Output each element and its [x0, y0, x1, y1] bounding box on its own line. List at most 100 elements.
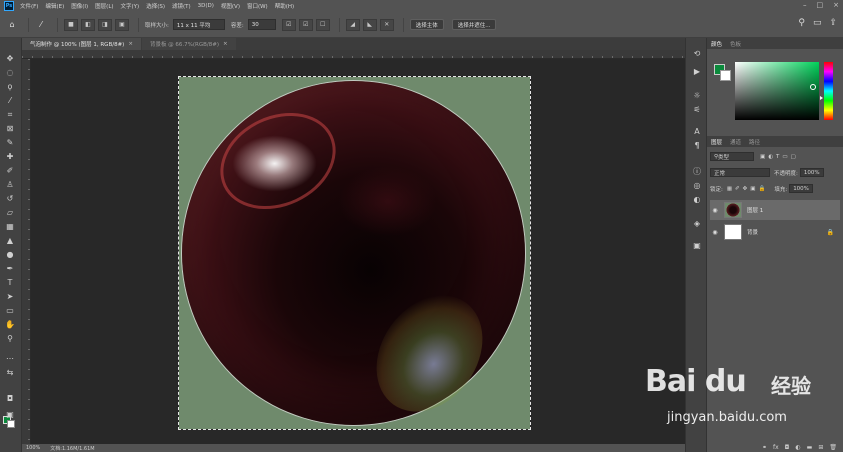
menu-view[interactable]: 视图(V) [221, 2, 240, 10]
frame-tool-icon[interactable]: ⊠ [4, 124, 16, 134]
actions-panel-icon[interactable]: ▶ [691, 66, 703, 76]
home-icon[interactable]: ⌂ [6, 19, 18, 31]
tab-layers[interactable]: 图层 [711, 138, 722, 146]
add-mask-icon[interactable]: ◘ [785, 444, 790, 451]
maximize-button[interactable]: □ [817, 1, 824, 9]
close-tab-icon[interactable]: × [223, 41, 228, 47]
contiguous-checkbox[interactable]: ☑ [298, 18, 313, 31]
background-color-swatch[interactable] [7, 420, 15, 428]
history-brush-icon[interactable]: ↺ [4, 194, 16, 204]
tolerance-input[interactable]: 30 [247, 19, 276, 30]
minimize-button[interactable]: – [803, 1, 807, 9]
info-panel-icon[interactable]: ⓘ [691, 166, 703, 176]
marquee-tool-icon[interactable]: ◌ [4, 68, 16, 78]
pressure-icon[interactable]: ✕ [379, 18, 394, 31]
new-selection-icon[interactable]: ■ [64, 18, 78, 31]
gradient-tool-icon[interactable]: ▦ [4, 222, 16, 232]
shape-tool-icon[interactable]: ▭ [4, 306, 16, 316]
search-icon[interactable]: ⚲ [798, 18, 805, 28]
menu-edit[interactable]: 编辑(E) [45, 2, 64, 10]
menu-help[interactable]: 帮助(H) [275, 2, 294, 10]
tab-swatches[interactable]: 色板 [730, 40, 741, 48]
menu-window[interactable]: 窗口(W) [247, 2, 268, 10]
horizontal-ruler[interactable] [22, 50, 685, 59]
history-panel-icon[interactable]: ⟲ [691, 48, 703, 58]
magic-wand-icon[interactable]: ⁄ [35, 19, 47, 31]
blend-mode-select[interactable]: 正常 [710, 168, 770, 177]
magic-wand-tool-icon[interactable]: ⁄ [4, 96, 16, 106]
dodge-tool-icon[interactable]: ● [4, 250, 16, 260]
menu-3d[interactable]: 3D(D) [198, 3, 214, 9]
vertical-ruler[interactable] [22, 59, 31, 444]
layer-filter-select[interactable]: ⚲ 类型 [710, 152, 754, 161]
type-tool-icon[interactable]: T [4, 278, 16, 288]
sample-size-select[interactable]: 11 x 11 平均 [172, 19, 225, 30]
layer-style-icon[interactable]: fx [773, 444, 779, 451]
healing-brush-icon[interactable]: ✚ [4, 152, 16, 162]
link-layers-icon[interactable]: ⚭ [762, 444, 767, 451]
tab-bubble-document[interactable]: 气泡制作 @ 100% (图层 1, RGB/8#) × [22, 38, 141, 50]
clone-stamp-icon[interactable]: ♙ [4, 180, 16, 190]
zoom-level[interactable]: 100% [26, 445, 40, 451]
select-subject-button[interactable]: 选择主体 [409, 19, 444, 30]
color-picker-handle[interactable] [810, 84, 816, 90]
new-layer-icon[interactable]: ⊞ [818, 444, 823, 451]
hue-slider[interactable] [824, 62, 833, 120]
lock-icons[interactable]: ▦✐✥▣🔒 [727, 186, 768, 192]
close-window-button[interactable]: × [833, 1, 839, 9]
adjustments-panel-icon[interactable]: ☼ [691, 90, 703, 100]
layer-row-layer1[interactable]: ◉ 图层 1 [710, 200, 840, 220]
edit-toolbar-icon[interactable]: ⇆ [4, 368, 16, 378]
tab-color[interactable]: 颜色 [711, 40, 722, 48]
eraser-tool-icon[interactable]: ▱ [4, 208, 16, 218]
tab-channels[interactable]: 通道 [730, 138, 741, 146]
opacity-input[interactable]: 100% [799, 168, 824, 177]
add-selection-icon[interactable]: ◧ [81, 18, 95, 31]
enhance-edge-icon[interactable]: ◢ [345, 18, 360, 31]
quick-mask-icon[interactable]: ◘ [4, 394, 16, 404]
menu-select[interactable]: 选择(S) [146, 2, 165, 10]
document-canvas[interactable] [178, 76, 531, 432]
pen-tool-icon[interactable]: ✒ [4, 264, 16, 274]
tab-paths[interactable]: 路径 [749, 138, 760, 146]
saturation-value-field[interactable] [735, 62, 819, 120]
zoom-tool-icon[interactable]: ⚲ [4, 334, 16, 344]
properties-panel-icon[interactable]: ⚟ [691, 104, 703, 114]
tab-background-document[interactable]: 背景板 @ 66.7%(RGB/8#) × [141, 38, 236, 50]
lasso-tool-icon[interactable]: ϙ [4, 82, 16, 92]
menu-type[interactable]: 文字(Y) [121, 2, 140, 10]
document-workspace[interactable] [31, 59, 685, 444]
subtract-selection-icon[interactable]: ◨ [98, 18, 112, 31]
move-tool-icon[interactable]: ✥ [4, 54, 16, 64]
workspace-icon[interactable]: ▭ [813, 18, 822, 28]
hue-slider-handle[interactable] [820, 96, 823, 100]
intersect-selection-icon[interactable]: ▣ [115, 18, 129, 31]
eye-icon[interactable]: ◉ [710, 207, 720, 214]
more-tools-icon[interactable]: … [4, 352, 16, 362]
new-group-icon[interactable]: ▬ [807, 444, 813, 451]
character-panel-icon[interactable]: A [691, 126, 703, 136]
adjustment-layer-icon[interactable]: ◐ [795, 444, 800, 451]
blur-tool-icon[interactable]: ▲ [4, 236, 16, 246]
hand-tool-icon[interactable]: ✋ [4, 320, 16, 330]
menu-file[interactable]: 文件(F) [20, 2, 38, 10]
select-and-mask-button[interactable]: 选择并遮住... [451, 19, 497, 30]
close-tab-icon[interactable]: × [128, 41, 133, 47]
menu-image[interactable]: 图像(I) [71, 2, 88, 10]
layer-filter-icons[interactable]: ▣◐T▭▢ [760, 154, 799, 160]
menu-layer[interactable]: 图层(L) [95, 2, 113, 10]
eye-icon[interactable]: ◉ [710, 229, 720, 236]
screen-mode-icon[interactable]: ▣ [4, 410, 16, 420]
menu-filter[interactable]: 滤镜(T) [172, 2, 191, 10]
share-icon[interactable]: ⇪ [829, 18, 837, 28]
brush-tool-icon[interactable]: ✐ [4, 166, 16, 176]
paragraph-panel-icon[interactable]: ¶ [691, 140, 703, 150]
layer-row-background[interactable]: ◉ 背景 🔒 [710, 222, 840, 242]
fill-input[interactable]: 100% [789, 184, 814, 193]
path-selection-icon[interactable]: ➤ [4, 292, 16, 302]
eyedropper-tool-icon[interactable]: ✎ [4, 138, 16, 148]
sample-all-layers-checkbox[interactable]: ☐ [315, 18, 330, 31]
channels-panel-icon[interactable]: ◈ [691, 218, 703, 228]
color-panel-background-swatch[interactable] [720, 70, 731, 81]
navigator-panel-icon[interactable]: ▣ [691, 240, 703, 250]
